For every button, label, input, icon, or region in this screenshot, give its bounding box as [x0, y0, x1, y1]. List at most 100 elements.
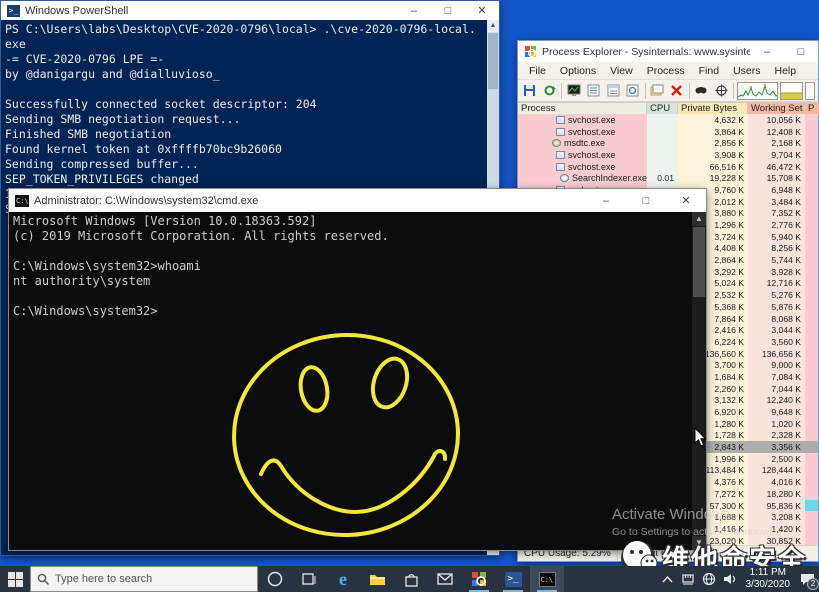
menu-item-options[interactable]: Options [553, 65, 603, 77]
process-row[interactable]: svchost.exe3,864 K12,408 K47 [518, 126, 818, 138]
io-graph[interactable] [805, 82, 815, 100]
window-process-icon [556, 151, 565, 159]
notification-badge: 2 [807, 578, 819, 590]
cpu-graph[interactable] [737, 82, 778, 100]
taskbar-item-store[interactable] [394, 566, 428, 592]
taskbar-item-edge[interactable]: e [326, 566, 360, 592]
cmd-titlebar[interactable]: C:\ Administrator: C:\Windows\system32\c… [9, 189, 706, 212]
view-lower-pane-icon[interactable] [624, 82, 642, 100]
search-process-icon [560, 174, 569, 182]
volume-icon[interactable] [720, 566, 741, 592]
powershell-titlebar[interactable]: >_ Windows PowerShell – □ ✕ [1, 1, 499, 20]
taskbar-item-process-explorer[interactable] [462, 566, 496, 592]
minimize-button[interactable]: – [397, 1, 431, 20]
menu-item-process[interactable]: Process [640, 65, 692, 77]
taskbar-item-file-explorer[interactable] [360, 566, 394, 592]
network-globe-icon[interactable] [699, 566, 720, 592]
working-set-cell: 9,000 K [748, 359, 805, 371]
find-window-icon[interactable] [712, 82, 730, 100]
ethernet-icon[interactable] [678, 566, 699, 592]
cpu-cell [647, 126, 678, 138]
refresh-icon[interactable] [541, 82, 559, 100]
scroll-up-icon[interactable]: ▲ [692, 212, 706, 226]
scrollbar-thumb[interactable] [693, 227, 705, 297]
console-line: SEP_TOKEN_PRIVILEGES changed [5, 172, 499, 187]
kill-process-icon[interactable] [668, 82, 686, 100]
console-line: by @danigargu and @dialluvioso_ [5, 67, 499, 82]
maximize-button[interactable]: □ [626, 189, 666, 212]
taskbar-clock[interactable]: 1:11 PM 3/30/2020 [741, 567, 796, 591]
pid-cell: 45 [805, 500, 818, 512]
taskbar-search[interactable]: Type here to search [30, 566, 258, 592]
process-name-cell: svchost.exe [518, 114, 647, 126]
process-explorer-titlebar[interactable]: Process Explorer - Sysinternals: www.sys… [518, 41, 818, 62]
process-row[interactable]: SearchIndexer.exe0.0119,228 K15,708 K60 [518, 172, 818, 184]
save-icon[interactable] [521, 82, 539, 100]
maximize-button[interactable]: □ [784, 41, 818, 62]
maximize-button[interactable]: □ [431, 1, 465, 20]
working-set-cell: 1,020 K [748, 418, 805, 430]
powershell-icon: >_ [505, 572, 522, 587]
pid-cell: 41 [805, 278, 818, 290]
working-set-cell: 9,648 K [748, 406, 805, 418]
store-icon [404, 572, 419, 587]
pid-cell: 47 [805, 126, 818, 138]
action-center-button[interactable]: 2 [795, 566, 819, 592]
pid-cell: 45 [805, 231, 818, 243]
pid-cell: 14 [805, 371, 818, 383]
clock-date: 3/30/2020 [746, 579, 791, 591]
close-button[interactable]: ✕ [465, 1, 499, 20]
working-set-cell: 46,472 K [748, 161, 805, 173]
taskbar-item-cortana[interactable] [258, 566, 292, 592]
taskbar-item-task-view[interactable] [292, 566, 326, 592]
minimize-button[interactable]: – [586, 189, 626, 212]
close-button[interactable]: ✕ [666, 189, 706, 212]
menu-item-file[interactable]: File [522, 65, 553, 77]
pid-cell: 55 [805, 149, 818, 161]
process-row[interactable]: svchost.exe4,632 K10,056 K43 [518, 114, 818, 126]
working-set-cell: 3,044 K [748, 324, 805, 336]
console-line [5, 82, 499, 97]
pid-cell: 77 [805, 511, 818, 523]
memory-graph[interactable] [780, 82, 803, 100]
working-set-cell: 7,352 K [748, 208, 805, 220]
working-set-cell: 12,240 K [748, 395, 805, 407]
properties-icon[interactable] [649, 82, 667, 100]
cmd-console-output[interactable]: Microsoft Windows [Version 10.0.18363.59… [9, 212, 692, 550]
menu-item-help[interactable]: Help [767, 65, 803, 77]
cmd-window: C:\ Administrator: C:\Windows\system32\c… [8, 188, 707, 551]
private-bytes-cell: 3,908 K [678, 149, 748, 161]
menu-item-users[interactable]: Users [726, 65, 767, 77]
tray-expand-chevron-icon[interactable] [657, 566, 678, 592]
cmd-scrollbar[interactable]: ▲ ▼ [692, 212, 706, 550]
scroll-down-icon[interactable]: ▼ [692, 536, 706, 550]
taskbar-item-cmd[interactable]: C:\ [530, 566, 564, 592]
pid-cell: 78 [805, 523, 818, 535]
system-information-icon[interactable] [565, 82, 583, 100]
process-row[interactable]: msdtc.exe2,856 K2,168 K45 [518, 137, 818, 149]
window-process-icon [556, 163, 565, 171]
start-button[interactable] [0, 566, 30, 592]
process-row[interactable]: svchost.exe66,516 K46,472 K50 [518, 161, 818, 173]
task-view-icon [301, 572, 317, 586]
pid-cell: 70 [805, 196, 818, 208]
minimize-button[interactable]: – [750, 41, 784, 62]
working-set-cell: 95,836 K [748, 500, 805, 512]
taskbar-item-powershell[interactable]: >_ [496, 566, 530, 592]
view-dlls-icon[interactable] [585, 82, 603, 100]
console-line: (c) 2019 Microsoft Corporation. All righ… [13, 229, 692, 244]
view-handles-icon[interactable] [604, 82, 622, 100]
toolbar [518, 80, 818, 102]
menu-item-find[interactable]: Find [692, 65, 726, 77]
scrollbar-thumb[interactable] [488, 33, 498, 89]
process-row[interactable]: svchost.exe3,908 K9,704 K55 [518, 149, 818, 161]
console-line: Microsoft Windows [Version 10.0.18363.59… [13, 214, 692, 229]
scroll-up-icon[interactable]: ▲ [487, 20, 499, 32]
search-icon [37, 573, 49, 585]
taskbar-item-mail[interactable] [428, 566, 462, 592]
working-set-cell: 8,068 K [748, 313, 805, 325]
cmd-icon: C:\ [15, 195, 29, 207]
menu-item-view[interactable]: View [603, 65, 640, 77]
find-handle-icon[interactable] [693, 82, 711, 100]
taskbar: Type here to search e >_ C:\ [0, 566, 819, 592]
